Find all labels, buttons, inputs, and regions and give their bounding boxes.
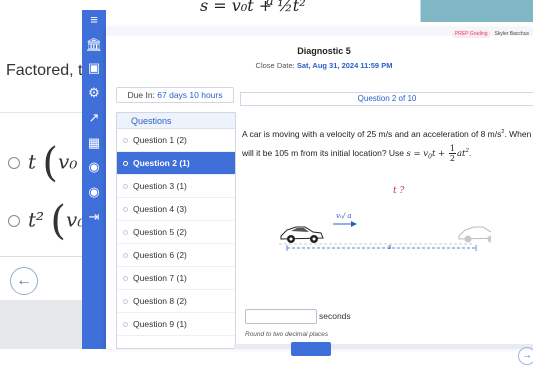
question-item-label: Question 4	[133, 204, 175, 214]
status-dot-icon	[123, 230, 128, 236]
question-item[interactable]: Question 5 (2)	[117, 221, 235, 244]
radio-icon[interactable]	[8, 215, 20, 227]
fraction: 12	[448, 143, 456, 163]
question-item-count: (3)	[176, 204, 187, 214]
close-date: Close Date: Sat, Aug 31, 2024 11:59 PM	[255, 61, 393, 70]
question-item-count: (1)	[176, 181, 187, 191]
car-diagram	[279, 221, 491, 251]
question-item-label: Question 1	[133, 135, 175, 145]
question-item-label: Question 3	[133, 181, 175, 191]
question-item-count: (1)	[179, 158, 190, 168]
status-dot-icon	[123, 276, 128, 282]
questions-header: Questions	[117, 113, 235, 129]
arrow-right-icon[interactable]: →	[518, 347, 533, 365]
exit-icon[interactable]: ⇥	[82, 207, 106, 227]
car-end-icon	[458, 226, 491, 243]
question-item-count: (1)	[176, 319, 187, 329]
question-text: A car is moving with a velocity of 25 m/…	[242, 128, 532, 163]
user-name[interactable]: Skyler Bacchus	[495, 31, 529, 37]
image-icon[interactable]: ▣	[82, 58, 106, 78]
motion-diagram: t ? v₀/ a s	[241, 186, 491, 286]
question-item-label: Question 2	[133, 158, 177, 168]
question-item[interactable]: Question 8 (2)	[117, 290, 235, 313]
question-item[interactable]: Question 2 (1)	[117, 152, 235, 175]
background-formula: s = v₀t + ½t² a	[200, 0, 306, 15]
status-dot-icon	[123, 253, 128, 259]
page-title: Diagnostic 5	[297, 46, 351, 56]
sidebar: ≡ 🏛 ▣ ⚙ ↗ ▦ ◉ ◉ ⇥	[82, 10, 106, 349]
question-item-label: Question 8	[133, 296, 175, 306]
user-tags: PREP Grading Skyler Bacchus	[451, 30, 529, 38]
status-dot-icon	[123, 322, 128, 328]
bank-icon[interactable]: 🏛	[82, 35, 106, 55]
background-divider	[0, 112, 88, 113]
status-dot-icon	[123, 161, 128, 167]
status-dot-icon	[123, 207, 128, 213]
arrow-head-icon	[351, 221, 357, 227]
question-item-count: (1)	[176, 273, 187, 283]
unit-label: seconds	[319, 311, 351, 321]
status-dot-icon	[123, 299, 128, 305]
car-start-icon	[280, 226, 324, 243]
background-option-1[interactable]: t (v₀	[8, 140, 77, 186]
question-item[interactable]: Question 4 (3)	[117, 198, 235, 221]
calculator-icon[interactable]: ▦	[82, 133, 106, 153]
question-item-count: (2)	[176, 135, 187, 145]
status-dot-icon	[123, 184, 128, 190]
question-item-label: Question 9	[133, 319, 175, 329]
question-item[interactable]: Question 9 (1)	[117, 313, 235, 336]
question-item[interactable]: Question 6 (2)	[117, 244, 235, 267]
answer-input[interactable]	[245, 309, 317, 324]
grading-tag[interactable]: PREP Grading	[451, 30, 491, 38]
question-item-label: Question 7	[133, 273, 175, 283]
due-badge: Due In: 67 days 10 hours	[116, 87, 234, 103]
background-teal-panel	[420, 0, 533, 22]
question-item-count: (2)	[176, 250, 187, 260]
eye-icon[interactable]: ◉	[82, 157, 106, 177]
chart-icon[interactable]: ↗	[82, 108, 106, 128]
rounding-hint: Round to two decimal places	[245, 331, 329, 338]
chat-icon[interactable]: ◉	[82, 182, 106, 202]
gear-icon[interactable]: ⚙	[82, 83, 106, 103]
arrow-left-icon[interactable]: ←	[10, 267, 38, 295]
background-factored-label: Factored, tl	[6, 62, 87, 79]
questions-panel: Questions Question 1 (2) Question 2 (1) Qu…	[116, 112, 236, 349]
question-item-count: (2)	[176, 296, 187, 306]
question-header: Question 2 of 10	[240, 92, 533, 106]
background-option-2[interactable]: t² (v₀	[8, 198, 85, 244]
status-dot-icon	[123, 138, 128, 144]
bottom-menu-button[interactable]	[291, 342, 331, 356]
assessment-window: PREP Grading Skyler Bacchus Diagnostic 5…	[106, 28, 533, 365]
radio-icon[interactable]	[8, 157, 20, 169]
menu-icon[interactable]: ≡	[82, 10, 106, 30]
question-item-label: Question 5	[133, 227, 175, 237]
question-item[interactable]: Question 7 (1)	[117, 267, 235, 290]
question-item[interactable]: Question 1 (2)	[117, 129, 235, 152]
question-item-label: Question 6	[133, 250, 175, 260]
bottom-strip	[234, 344, 533, 349]
question-item[interactable]: Question 3 (1)	[117, 175, 235, 198]
question-item-count: (2)	[176, 227, 187, 237]
